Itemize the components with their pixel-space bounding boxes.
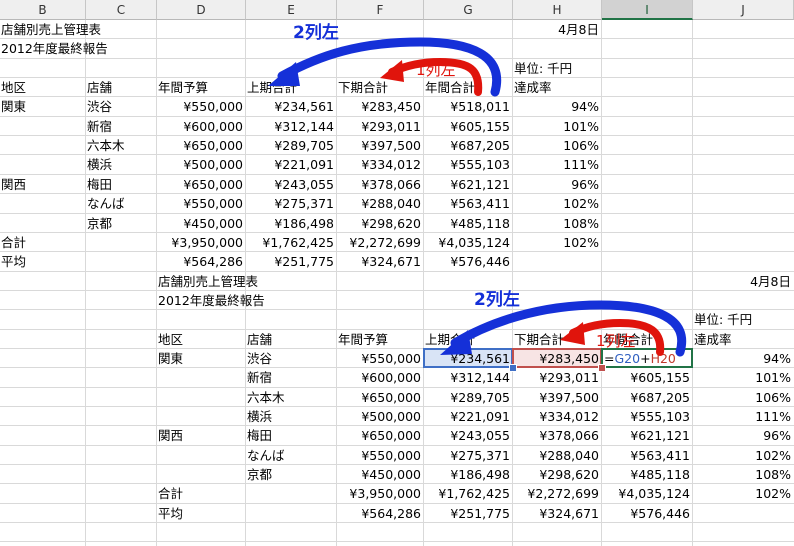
- blue-arrowhead-bottom: [440, 330, 472, 355]
- annotation-2cols-top: 2列左: [293, 22, 339, 43]
- red-arrowhead-bottom: [560, 322, 585, 345]
- annotation-1col-top: 1列左: [416, 61, 456, 79]
- annotation-2cols-bottom: 2列左: [474, 289, 520, 310]
- red-arrowhead-top: [380, 60, 404, 82]
- blue-arrowhead-top: [268, 62, 300, 86]
- arrow-annotations: 2列左 1列左 2列左 1列左: [268, 22, 687, 357]
- annotation-1col-bottom: 1列左: [596, 332, 636, 350]
